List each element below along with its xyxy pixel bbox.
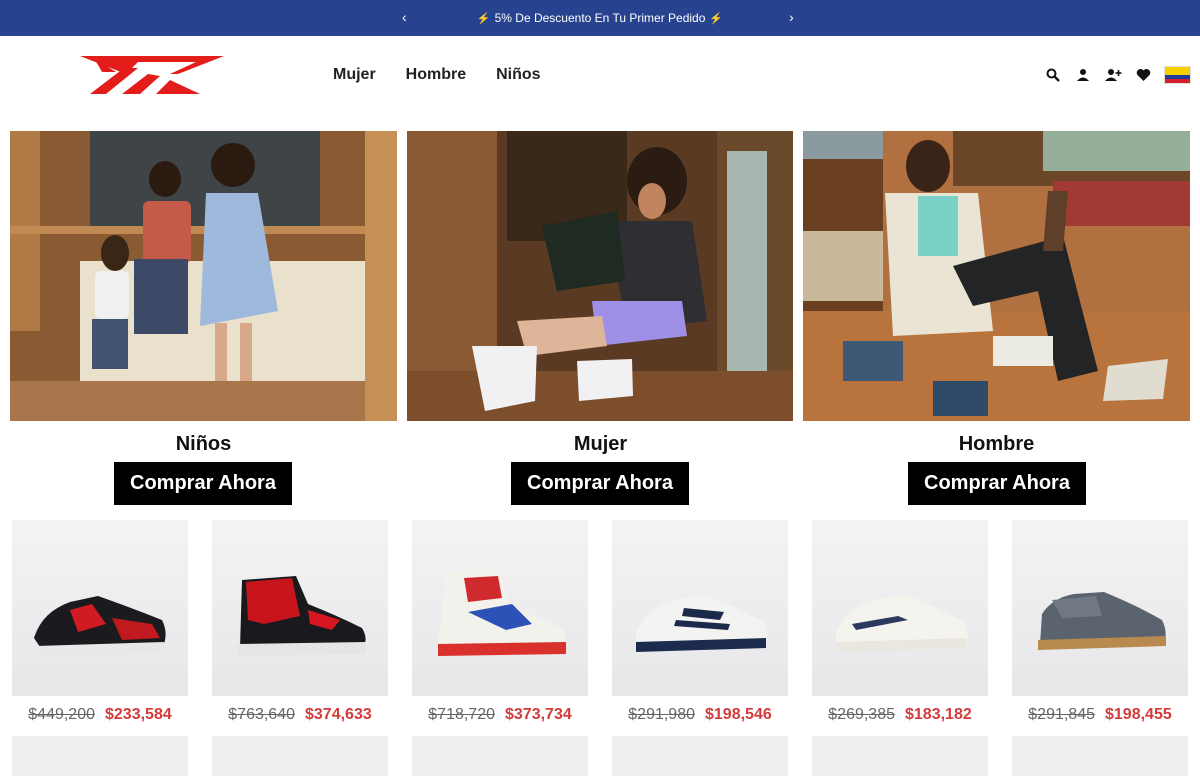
- original-price: $269,385: [828, 706, 895, 723]
- sale-price: $374,633: [305, 706, 372, 723]
- promo-text: 5% De Descuento En Tu Primer Pedido: [494, 11, 706, 25]
- sale-price: $183,182: [905, 706, 972, 723]
- register-icon[interactable]: [1104, 66, 1122, 84]
- promo-prev-arrow-icon[interactable]: ‹: [402, 9, 407, 25]
- product-price: $718,720 $373,734: [412, 706, 588, 724]
- product-card-image[interactable]: [612, 736, 788, 776]
- promo-message[interactable]: ⚡ 5% De Descuento En Tu Primer Pedido ⚡: [477, 11, 723, 25]
- sale-price: $198,546: [705, 706, 772, 723]
- site-header: Mujer Hombre Niños: [0, 36, 1200, 116]
- nav-item-mujer[interactable]: Mujer: [333, 66, 376, 84]
- original-price: $763,640: [228, 706, 295, 723]
- main-nav: Mujer Hombre Niños: [333, 66, 541, 84]
- product-price: $291,845 $198,455: [1012, 706, 1188, 724]
- reebok-logo[interactable]: [78, 54, 224, 96]
- product-card-image[interactable]: [612, 520, 788, 696]
- shop-now-button-mujer[interactable]: Comprar Ahora: [511, 462, 689, 505]
- lightning-icon: ⚡: [476, 12, 491, 25]
- promo-next-arrow-icon[interactable]: ›: [789, 9, 794, 25]
- sale-price: $233,584: [105, 706, 172, 723]
- colombia-flag-icon[interactable]: [1164, 66, 1191, 84]
- wishlist-icon[interactable]: [1134, 66, 1152, 84]
- product-card-image[interactable]: [212, 736, 388, 776]
- original-price: $291,845: [1028, 706, 1095, 723]
- product-price: $763,640 $374,633: [212, 706, 388, 724]
- product-price: $291,980 $198,546: [612, 706, 788, 724]
- sale-price: $373,734: [505, 706, 572, 723]
- product-card-image[interactable]: [412, 736, 588, 776]
- category-title-hombre: Hombre: [958, 433, 1035, 455]
- original-price: $718,720: [428, 706, 495, 723]
- product-card-image[interactable]: [1012, 520, 1188, 696]
- product-price: $269,385 $183,182: [812, 706, 988, 724]
- product-price: $449,200 $233,584: [12, 706, 188, 724]
- nav-item-ninos[interactable]: Niños: [496, 66, 540, 84]
- account-icon[interactable]: [1074, 66, 1092, 84]
- product-card-image[interactable]: [212, 520, 388, 696]
- product-card-image[interactable]: [1012, 736, 1188, 776]
- original-price: $291,980: [628, 706, 695, 723]
- hero-image-hombre[interactable]: [803, 131, 1190, 421]
- lightning-icon: ⚡: [709, 12, 724, 25]
- product-card-image[interactable]: [812, 736, 988, 776]
- nav-item-hombre[interactable]: Hombre: [406, 66, 466, 84]
- hero-image-mujer[interactable]: [407, 131, 794, 421]
- product-card-image[interactable]: [12, 520, 188, 696]
- search-icon[interactable]: [1044, 66, 1062, 84]
- shop-now-button-ninos[interactable]: Comprar Ahora: [114, 462, 292, 505]
- promo-bar: ‹ ⚡ 5% De Descuento En Tu Primer Pedido …: [0, 0, 1200, 36]
- original-price: $449,200: [28, 706, 95, 723]
- sale-price: $198,455: [1105, 706, 1172, 723]
- product-card-image[interactable]: [412, 520, 588, 696]
- category-title-ninos: Niños: [175, 433, 232, 455]
- header-icons: [1044, 66, 1191, 84]
- product-card-image[interactable]: [812, 520, 988, 696]
- hero-image-ninos[interactable]: [10, 131, 397, 421]
- category-title-mujer: Mujer: [573, 433, 628, 455]
- shop-now-button-hombre[interactable]: Comprar Ahora: [908, 462, 1086, 505]
- product-card-image[interactable]: [12, 736, 188, 776]
